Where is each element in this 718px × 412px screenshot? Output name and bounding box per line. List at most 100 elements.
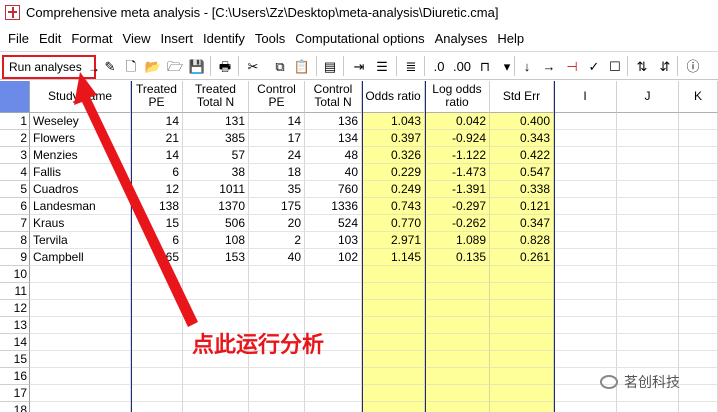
cell-control-total-n[interactable]: 760: [305, 181, 362, 198]
cell-control-total-n[interactable]: [305, 402, 362, 412]
row-number[interactable]: 11: [0, 283, 30, 300]
cell-col-i[interactable]: [554, 215, 617, 232]
header-col-k[interactable]: K: [679, 81, 718, 113]
cell-treated-total-n[interactable]: 1370: [183, 198, 249, 215]
cell-study-name[interactable]: [30, 385, 131, 402]
cell-control-pe[interactable]: 40: [249, 249, 305, 266]
arrow-down-icon[interactable]: ↓: [518, 57, 536, 75]
cell-odds-ratio[interactable]: [362, 266, 425, 283]
cell-control-total-n[interactable]: 48: [305, 147, 362, 164]
cell-std-err[interactable]: [490, 402, 554, 412]
cell-odds-ratio[interactable]: 0.397: [362, 130, 425, 147]
cell-treated-total-n[interactable]: 108: [183, 232, 249, 249]
cell-odds-ratio[interactable]: [362, 385, 425, 402]
cell-study-name[interactable]: [30, 283, 131, 300]
cell-control-pe[interactable]: 2: [249, 232, 305, 249]
cell-study-name[interactable]: Fallis: [30, 164, 131, 181]
cell-treated-pe[interactable]: [131, 317, 183, 334]
cell-std-err[interactable]: 0.338: [490, 181, 554, 198]
cell-col-j[interactable]: [617, 266, 679, 283]
cell-control-pe[interactable]: 20: [249, 215, 305, 232]
cell-treated-pe[interactable]: 14: [131, 147, 183, 164]
cell-col-i[interactable]: [554, 249, 617, 266]
cell-treated-pe[interactable]: 138: [131, 198, 183, 215]
cell-treated-pe[interactable]: 6: [131, 164, 183, 181]
cell-study-name[interactable]: [30, 300, 131, 317]
cell-col-j[interactable]: [617, 232, 679, 249]
cell-odds-ratio[interactable]: [362, 402, 425, 412]
cell-treated-pe[interactable]: [131, 385, 183, 402]
cell-col-i[interactable]: [554, 266, 617, 283]
cell-odds-ratio[interactable]: [362, 351, 425, 368]
cell-treated-pe[interactable]: [131, 300, 183, 317]
row-number[interactable]: 6: [0, 198, 30, 215]
cell-study-name[interactable]: [30, 368, 131, 385]
cell-std-err[interactable]: 0.547: [490, 164, 554, 181]
cell-treated-total-n[interactable]: [183, 402, 249, 412]
select-all-corner[interactable]: [0, 81, 30, 113]
cell-study-name[interactable]: Cuadros: [30, 181, 131, 198]
cell-col-i[interactable]: [554, 402, 617, 412]
cell-control-total-n[interactable]: [305, 300, 362, 317]
cell-col-k[interactable]: [679, 317, 718, 334]
cell-odds-ratio[interactable]: [362, 334, 425, 351]
cell-treated-total-n[interactable]: [183, 385, 249, 402]
cell-log-odds-ratio[interactable]: [425, 283, 490, 300]
header-col-i[interactable]: I: [554, 81, 617, 113]
cell-control-pe[interactable]: [249, 283, 305, 300]
cell-treated-total-n[interactable]: 506: [183, 215, 249, 232]
cell-log-odds-ratio[interactable]: [425, 266, 490, 283]
row-number[interactable]: 7: [0, 215, 30, 232]
cell-col-i[interactable]: [554, 317, 617, 334]
cell-log-odds-ratio[interactable]: 0.135: [425, 249, 490, 266]
help-icon[interactable]: ⓘ: [684, 57, 702, 75]
menu-help[interactable]: Help: [492, 29, 529, 49]
cell-col-k[interactable]: [679, 402, 718, 412]
cell-treated-pe[interactable]: [131, 402, 183, 412]
cell-std-err[interactable]: [490, 300, 554, 317]
row-number[interactable]: 4: [0, 164, 30, 181]
row-number[interactable]: 15: [0, 351, 30, 368]
cell-log-odds-ratio[interactable]: 0.042: [425, 113, 490, 130]
header-study-name[interactable]: Study name: [30, 81, 131, 113]
cell-col-k[interactable]: [679, 334, 718, 351]
cell-odds-ratio[interactable]: 0.326: [362, 147, 425, 164]
cell-log-odds-ratio[interactable]: [425, 385, 490, 402]
indent-icon[interactable]: ⇥: [350, 57, 368, 75]
cell-std-err[interactable]: [490, 385, 554, 402]
menu-view[interactable]: View: [118, 29, 156, 49]
cell-control-pe[interactable]: 18: [249, 164, 305, 181]
cell-log-odds-ratio[interactable]: -0.924: [425, 130, 490, 147]
cell-control-pe[interactable]: [249, 266, 305, 283]
cell-treated-total-n[interactable]: 153: [183, 249, 249, 266]
row-number[interactable]: 18: [0, 402, 30, 412]
cell-col-i[interactable]: [554, 164, 617, 181]
cell-study-name[interactable]: Flowers: [30, 130, 131, 147]
cell-col-i[interactable]: [554, 300, 617, 317]
cell-log-odds-ratio[interactable]: [425, 300, 490, 317]
cell-std-err[interactable]: 0.422: [490, 147, 554, 164]
cell-col-k[interactable]: [679, 215, 718, 232]
new-file-icon[interactable]: 🗋: [122, 57, 140, 75]
cell-treated-pe[interactable]: 65: [131, 249, 183, 266]
menu-analyses[interactable]: Analyses: [430, 29, 493, 49]
cell-log-odds-ratio[interactable]: -1.473: [425, 164, 490, 181]
cell-col-k[interactable]: [679, 164, 718, 181]
checkbox-icon[interactable]: ☐: [606, 57, 624, 75]
header-control-total-n[interactable]: Control Total N: [305, 81, 362, 113]
cut-icon[interactable]: ✂: [244, 57, 262, 75]
paste-icon[interactable]: 📋: [293, 57, 311, 75]
cell-odds-ratio[interactable]: 0.770: [362, 215, 425, 232]
menu-insert[interactable]: Insert: [155, 29, 198, 49]
cell-treated-pe[interactable]: [131, 334, 183, 351]
row-number[interactable]: 1: [0, 113, 30, 130]
cell-std-err[interactable]: [490, 266, 554, 283]
cell-col-k[interactable]: [679, 181, 718, 198]
cell-col-k[interactable]: [679, 147, 718, 164]
cell-treated-total-n[interactable]: 131: [183, 113, 249, 130]
cell-control-total-n[interactable]: 40: [305, 164, 362, 181]
cell-study-name[interactable]: [30, 402, 131, 412]
cell-col-j[interactable]: [617, 215, 679, 232]
cell-col-j[interactable]: [617, 113, 679, 130]
cell-treated-pe[interactable]: [131, 368, 183, 385]
